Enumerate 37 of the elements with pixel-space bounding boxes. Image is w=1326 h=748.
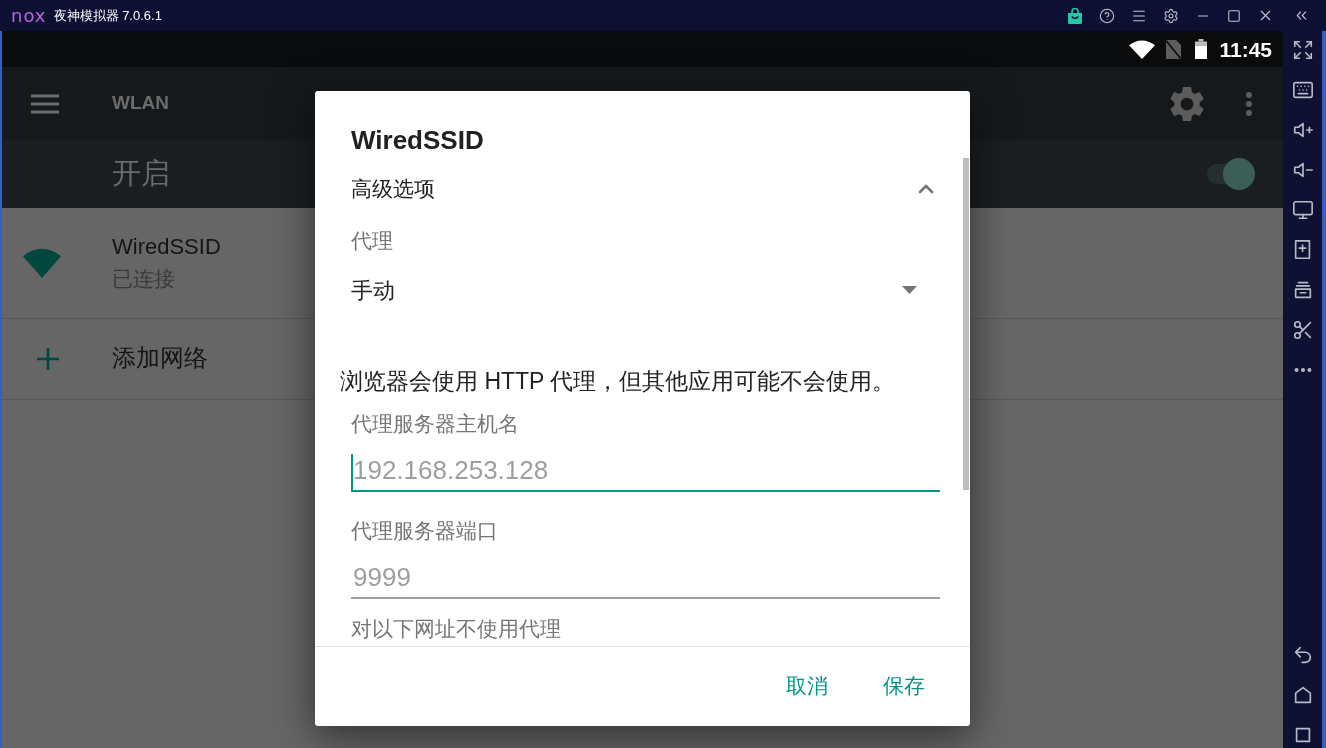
field-label: 代理服务器端口 (351, 517, 498, 544)
shopping-bag-icon[interactable] (1067, 7, 1083, 24)
app-logo: nox (11, 6, 47, 25)
no-sim-icon (1165, 39, 1182, 59)
cancel-button[interactable]: 取消 (774, 666, 840, 707)
dropdown-caret-icon (902, 286, 917, 294)
port-field[interactable]: 9999 (351, 549, 940, 599)
app-bar-title: WLAN (112, 91, 169, 116)
toggle-switch[interactable] (1205, 158, 1255, 190)
field-label: 代理服务器主机名 (351, 410, 519, 437)
advanced-options-toggle[interactable]: 高级选项 (315, 158, 970, 220)
more-options-icon[interactable] (1246, 91, 1252, 116)
hostname-field[interactable]: 192.168.253.128 (351, 442, 940, 492)
switch-label: 开启 (112, 156, 170, 192)
plus-icon (37, 348, 59, 370)
keyboard-icon[interactable] (1291, 79, 1314, 101)
text-cursor-icon (351, 454, 353, 490)
wifi-status-icon (1129, 39, 1156, 59)
network-name: WiredSSID (112, 233, 221, 261)
fullscreen-icon[interactable] (1291, 39, 1314, 61)
field-label: 代理 (351, 227, 393, 254)
battery-icon (1195, 39, 1208, 59)
menu-icon[interactable] (31, 93, 59, 114)
settings-icon[interactable] (1163, 7, 1179, 24)
help-icon[interactable] (1099, 7, 1115, 24)
dialog-title: WiredSSID (351, 125, 484, 155)
network-name: 添加网络 (112, 344, 208, 374)
window-title: 夜神模拟器 7.0.6.1 (53, 6, 162, 25)
monitor-icon[interactable] (1291, 199, 1314, 221)
status-time: 11:45 (1219, 38, 1272, 60)
maximize-icon[interactable] (1227, 8, 1241, 23)
save-button[interactable]: 保存 (871, 666, 937, 707)
proxy-dropdown[interactable]: 手动 (315, 262, 970, 318)
scissors-icon[interactable] (1291, 319, 1314, 341)
proxy-note: 浏览器会使用 HTTP 代理，但其他应用可能不会使用。 (340, 366, 896, 396)
wifi-signal-icon (23, 248, 61, 278)
field-label: 对以下网址不使用代理 (351, 616, 561, 642)
